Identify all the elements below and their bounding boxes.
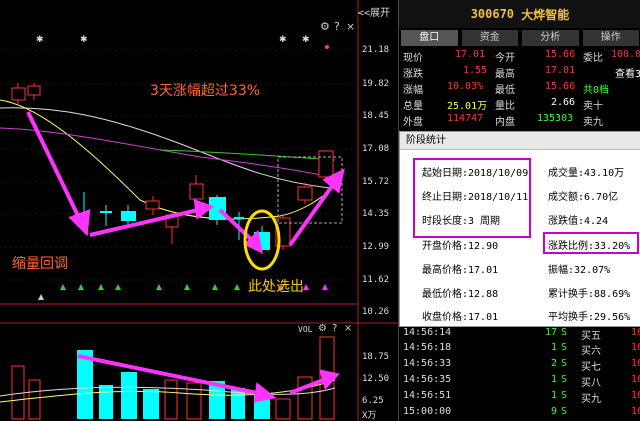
period-length: 时段长度:3 周期 bbox=[422, 216, 501, 227]
candle-down bbox=[100, 211, 112, 213]
stock-code: 300670 bbox=[470, 7, 515, 21]
stat-amount: 成交额:6.70亿 bbox=[548, 192, 619, 203]
candle-up bbox=[11, 87, 26, 101]
price-tick: 15.72 bbox=[362, 177, 390, 187]
quote-row: 现价 17.01 今开 15.66 委比 100.0 bbox=[403, 49, 640, 64]
price-tick: 17.08 bbox=[362, 144, 390, 154]
event-star-icon: ✱ bbox=[80, 35, 88, 45]
stat-amplitude: 振幅:32.07% bbox=[548, 265, 611, 276]
tab-analysis[interactable]: 分析 bbox=[522, 30, 579, 46]
stock-header: 300670 大烨智能 bbox=[399, 0, 640, 28]
volume-bar bbox=[121, 372, 137, 419]
candle-down bbox=[121, 211, 136, 221]
volume-bar bbox=[186, 382, 202, 420]
stat-close: 收盘价格:17.01 bbox=[422, 312, 499, 323]
stat-high: 最高价格:17.01 bbox=[422, 265, 499, 276]
volume-tick: 12.50 bbox=[362, 374, 390, 384]
volume-bar bbox=[143, 389, 159, 419]
stat-avg-turnover: 平均换手:29.56% bbox=[548, 312, 631, 323]
tab-order-book[interactable]: 盘口 bbox=[401, 30, 458, 46]
candle-up bbox=[189, 183, 204, 200]
help-icon[interactable]: ? bbox=[332, 323, 337, 334]
candle-up bbox=[318, 150, 334, 178]
start-date: 起始日期:2018/10/09 bbox=[422, 168, 529, 179]
tick-row: 14:56:14 17 S 买五 16 bbox=[403, 327, 640, 342]
close-icon[interactable]: × bbox=[344, 323, 352, 334]
volume-tick: 18.75 bbox=[362, 352, 390, 362]
ma-line-white bbox=[0, 107, 331, 189]
tick-row: 15:00:00 9 S 16 bbox=[403, 406, 640, 417]
price-tick: 21.18 bbox=[362, 45, 390, 55]
event-star-icon: ✱ bbox=[302, 35, 310, 45]
stat-open: 开盘价格:12.90 bbox=[422, 241, 499, 252]
tick-row: 14:56:33 2 S 买七 16 bbox=[403, 358, 640, 373]
arrow-head bbox=[193, 199, 215, 220]
stat-change-ratio: 涨跌比例:33.20% bbox=[548, 241, 631, 252]
stat-change-value: 涨跌值:4.24 bbox=[548, 216, 609, 227]
ma-line-magenta bbox=[0, 127, 336, 179]
price-tick: 19.82 bbox=[362, 79, 390, 89]
kline-chart-svg[interactable]: ✱ ✱ ✱ ✱ bbox=[0, 0, 398, 421]
quote-row: 外盘 114747 内盘 135303 卖九 bbox=[403, 113, 603, 128]
kline-chart-area[interactable]: ✱ ✱ ✱ ✱ <<展开 ⚙ ? × 21.18 19.82 18.45 17.… bbox=[0, 0, 398, 421]
candle-down bbox=[209, 197, 226, 220]
expand-button[interactable]: <<展开 bbox=[358, 4, 398, 19]
stock-name: 大烨智能 bbox=[521, 7, 570, 22]
quote-row: 涨跌 1.55 最高 17.01 查看3 bbox=[403, 65, 640, 80]
close-icon[interactable]: × bbox=[346, 20, 355, 33]
volume-bar bbox=[11, 365, 25, 420]
view-more-link[interactable]: 查看3 bbox=[615, 65, 640, 80]
volume-bar bbox=[164, 379, 178, 420]
end-date: 终止日期:2018/10/11 bbox=[422, 192, 529, 203]
tick-row: 14:56:51 1 S 买九 16 bbox=[403, 390, 640, 405]
quote-row: 总量 25.01万 量比 2.66 卖十 bbox=[403, 97, 603, 112]
price-tick: 10.26 bbox=[362, 307, 390, 317]
tab-funds[interactable]: 资金 bbox=[461, 30, 518, 46]
arrow-head bbox=[68, 208, 91, 237]
event-star-icon: ✱ bbox=[279, 35, 287, 45]
candle-up bbox=[145, 200, 160, 210]
event-star-icon: ✱ bbox=[36, 35, 44, 45]
candle-down bbox=[234, 217, 244, 219]
volume-bar bbox=[28, 379, 41, 420]
candle-up bbox=[297, 186, 313, 201]
volume-tick: 6.25 bbox=[362, 396, 384, 406]
tick-row: 14:56:18 1 S 买六 16 bbox=[403, 342, 640, 357]
stat-volume: 成交量:43.10万 bbox=[548, 168, 625, 179]
price-tick: 11.62 bbox=[362, 275, 390, 285]
annotation-selected: 此处选出 bbox=[248, 279, 304, 295]
price-tick: 12.99 bbox=[362, 242, 390, 252]
price-tick: 14.35 bbox=[362, 209, 390, 219]
annotation-gain: 3天涨幅超过33% bbox=[150, 83, 261, 99]
volume-title: VOL bbox=[298, 325, 313, 334]
stat-cum-turnover: 累计换手:88.69% bbox=[548, 289, 631, 300]
tab-operation[interactable]: 操作 bbox=[582, 30, 639, 46]
annotation-pullback: 缩量回调 bbox=[12, 256, 68, 272]
volume-bar bbox=[275, 398, 291, 420]
price-tick: 18.45 bbox=[362, 111, 390, 121]
tick-row: 14:56:35 1 S 买八 16 bbox=[403, 374, 640, 389]
gear-icon[interactable]: ⚙ bbox=[318, 323, 327, 334]
candle-up bbox=[27, 85, 41, 96]
gear-icon[interactable]: ⚙ bbox=[320, 20, 330, 33]
volume-bar bbox=[99, 385, 113, 419]
quote-tabs: 盘口 资金 分析 操作 bbox=[399, 30, 640, 46]
volume-unit: X万 bbox=[362, 411, 377, 421]
stat-low: 最低价格:12.88 bbox=[422, 289, 499, 300]
help-icon[interactable]: ? bbox=[334, 20, 340, 33]
period-stats-popup[interactable]: 阶段统计 起始日期:2018/10/09 终止日期:2018/10/11 时段长… bbox=[399, 131, 640, 327]
popup-title: 阶段统计 bbox=[400, 132, 640, 150]
quote-row: 涨幅 10.03% 最低 15.66 共0档 bbox=[403, 81, 610, 96]
